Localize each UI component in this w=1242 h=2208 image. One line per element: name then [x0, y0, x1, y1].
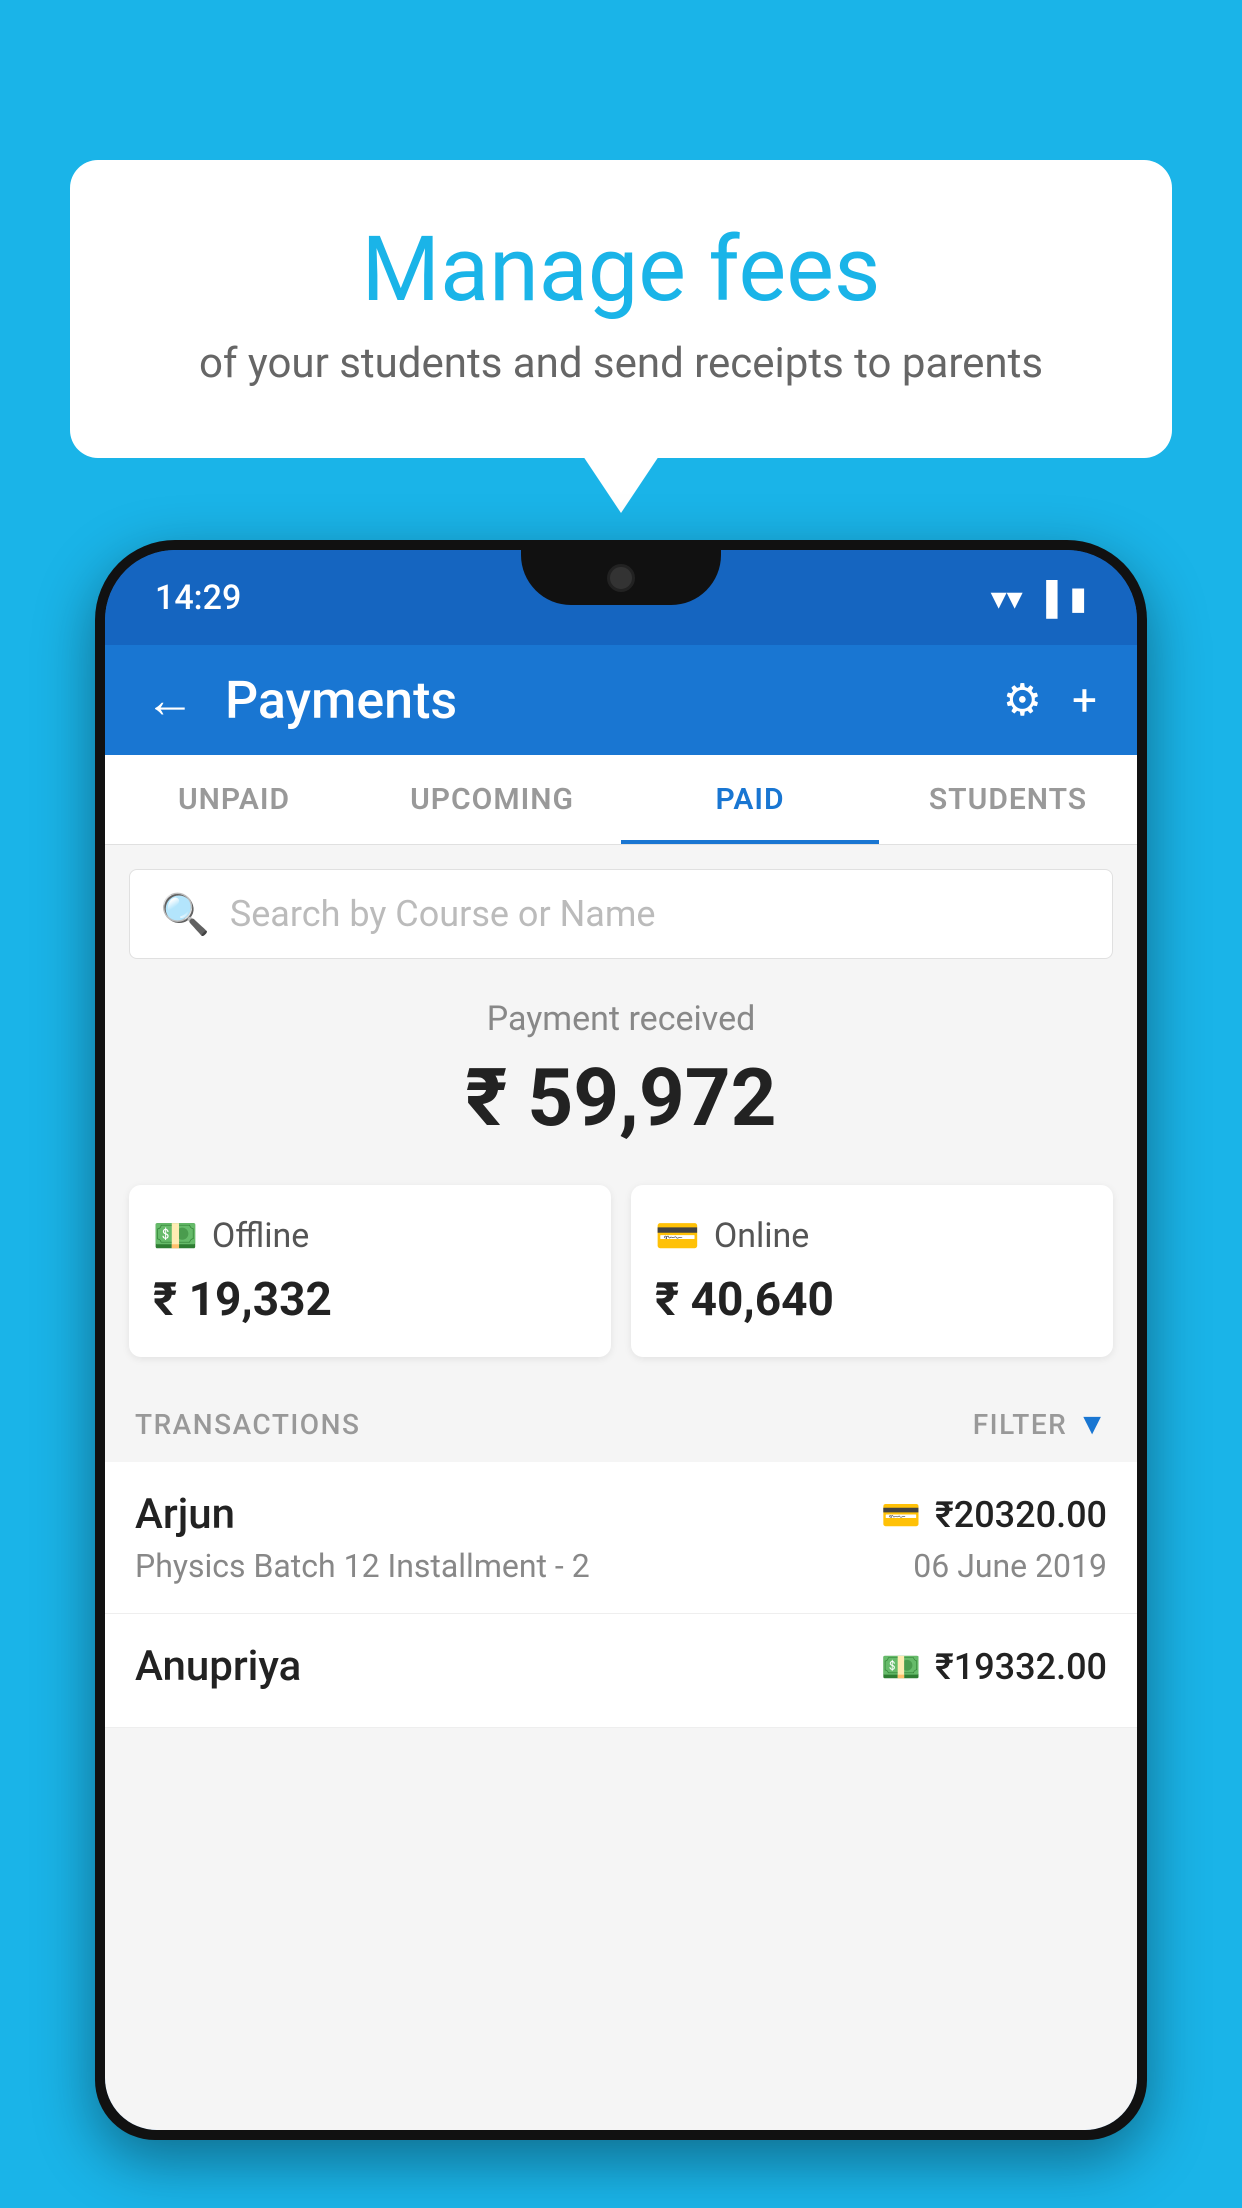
- transactions-label: TRANSACTIONS: [135, 1408, 360, 1441]
- settings-icon[interactable]: ⚙: [1003, 674, 1042, 726]
- transaction-amount-row: 💵 ₹19332.00: [881, 1646, 1107, 1688]
- payment-received-label: Payment received: [129, 999, 1113, 1039]
- screen: 14:29 ▾▾ ▐ ▮ ← Payments ⚙ +: [105, 550, 1137, 2130]
- search-bar[interactable]: 🔍 Search by Course or Name: [129, 869, 1113, 959]
- status-time: 14:29: [155, 578, 241, 618]
- offline-amount: ₹ 19,332: [153, 1273, 587, 1327]
- tabs-bar: UNPAID UPCOMING PAID STUDENTS: [105, 755, 1137, 845]
- camera: [607, 564, 635, 592]
- back-button[interactable]: ←: [145, 671, 195, 730]
- battery-icon: ▮: [1069, 579, 1087, 617]
- table-row[interactable]: Arjun 💳 ₹20320.00 Physics Batch 12 Insta…: [105, 1462, 1137, 1614]
- transaction-payment-icon: 💳: [881, 1496, 921, 1534]
- filter-label: FILTER: [973, 1408, 1068, 1441]
- online-label: Online: [714, 1216, 810, 1256]
- filter-icon: ▼: [1077, 1407, 1107, 1442]
- page-title: Payments: [225, 670, 973, 731]
- add-icon[interactable]: +: [1072, 674, 1097, 726]
- wifi-icon: ▾▾: [991, 579, 1023, 617]
- tab-unpaid[interactable]: UNPAID: [105, 755, 363, 844]
- speech-bubble-subtitle: of your students and send receipts to pa…: [120, 339, 1122, 388]
- header-actions: ⚙ +: [1003, 674, 1097, 726]
- phone-frame: 14:29 ▾▾ ▐ ▮ ← Payments ⚙ +: [95, 540, 1147, 2208]
- transaction-amount: ₹20320.00: [935, 1494, 1107, 1536]
- signal-icon: ▐: [1035, 579, 1058, 617]
- transaction-name: Anupriya: [135, 1642, 301, 1691]
- transaction-row-bottom: Physics Batch 12 Installment - 2 06 June…: [135, 1547, 1107, 1585]
- status-icons: ▾▾ ▐ ▮: [991, 579, 1087, 617]
- app-content: ← Payments ⚙ + UNPAID UPCOMING: [105, 645, 1137, 2130]
- transaction-name: Arjun: [135, 1490, 235, 1539]
- transaction-payment-icon: 💵: [881, 1648, 921, 1686]
- payment-total-amount: ₹ 59,972: [129, 1051, 1113, 1145]
- payment-summary: Payment received ₹ 59,972: [105, 959, 1137, 1175]
- payment-cards: 💵 Offline ₹ 19,332 💳 Online ₹ 40,640: [105, 1185, 1137, 1387]
- offline-icon: 💵: [153, 1215, 198, 1257]
- online-card: 💳 Online ₹ 40,640: [631, 1185, 1113, 1357]
- filter-button[interactable]: FILTER ▼: [973, 1407, 1107, 1442]
- phone-body: 14:29 ▾▾ ▐ ▮ ← Payments ⚙ +: [95, 540, 1147, 2140]
- speech-bubble-title: Manage fees: [120, 220, 1122, 319]
- offline-label: Offline: [212, 1216, 309, 1256]
- tab-upcoming[interactable]: UPCOMING: [363, 755, 621, 844]
- notch: [521, 550, 721, 605]
- transaction-row-top: Arjun 💳 ₹20320.00: [135, 1490, 1107, 1539]
- speech-bubble: Manage fees of your students and send re…: [70, 160, 1172, 458]
- online-card-header: 💳 Online: [655, 1215, 1089, 1257]
- transaction-date: 06 June 2019: [913, 1547, 1107, 1585]
- offline-card: 💵 Offline ₹ 19,332: [129, 1185, 611, 1357]
- online-amount: ₹ 40,640: [655, 1273, 1089, 1327]
- transaction-course: Physics Batch 12 Installment - 2: [135, 1547, 590, 1585]
- search-input[interactable]: Search by Course or Name: [230, 893, 1082, 935]
- tab-paid[interactable]: PAID: [621, 755, 879, 844]
- tab-students[interactable]: STUDENTS: [879, 755, 1137, 844]
- transaction-row-top: Anupriya 💵 ₹19332.00: [135, 1642, 1107, 1691]
- transactions-header: TRANSACTIONS FILTER ▼: [105, 1387, 1137, 1462]
- transaction-amount-row: 💳 ₹20320.00: [881, 1494, 1107, 1536]
- app-header: ← Payments ⚙ +: [105, 645, 1137, 755]
- search-icon: 🔍: [160, 891, 210, 938]
- table-row[interactable]: Anupriya 💵 ₹19332.00: [105, 1614, 1137, 1728]
- status-bar: 14:29 ▾▾ ▐ ▮: [105, 550, 1137, 645]
- transaction-amount: ₹19332.00: [935, 1646, 1107, 1688]
- offline-card-header: 💵 Offline: [153, 1215, 587, 1257]
- online-icon: 💳: [655, 1215, 700, 1257]
